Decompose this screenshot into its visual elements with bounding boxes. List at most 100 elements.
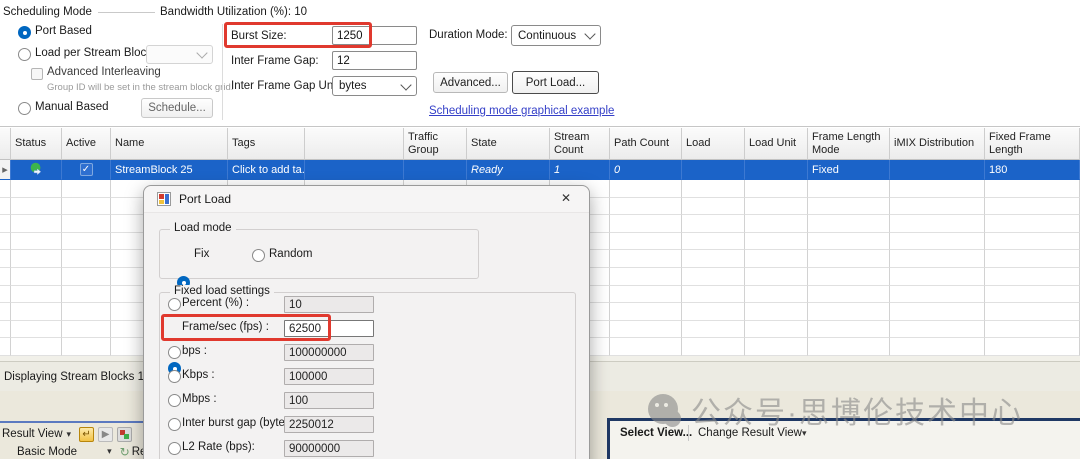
percent-label[interactable]: Percent (%) : [182, 297, 249, 309]
col-header-traffic-group[interactable]: Traffic Group [404, 128, 467, 160]
table-cell[interactable] [808, 286, 890, 304]
table-cell[interactable] [0, 233, 11, 251]
table-cell[interactable] [11, 321, 62, 339]
col-header-path-count[interactable]: Path Count [610, 128, 682, 160]
col-header-state[interactable]: State [467, 128, 550, 160]
load-per-stream-block-select[interactable] [146, 45, 213, 64]
table-cell[interactable] [745, 303, 808, 321]
table-cell[interactable] [890, 286, 985, 304]
table-cell[interactable] [610, 233, 682, 251]
table-cell[interactable] [0, 215, 11, 233]
change-view-icon[interactable] [117, 427, 132, 442]
table-cell[interactable] [890, 233, 985, 251]
table-cell[interactable] [890, 338, 985, 356]
imix-distribution-cell[interactable] [890, 160, 985, 180]
table-cell[interactable] [11, 286, 62, 304]
table-cell[interactable] [985, 215, 1080, 233]
table-cell[interactable] [62, 215, 111, 233]
mbps-input[interactable] [284, 392, 374, 409]
mbps-label[interactable]: Mbps : [182, 393, 217, 405]
col-header-imix-distribution[interactable]: iMIX Distribution [890, 128, 985, 160]
table-cell[interactable] [808, 338, 890, 356]
table-cell[interactable] [62, 338, 111, 356]
blank-cell[interactable] [305, 160, 404, 180]
name-cell[interactable]: StreamBlock 25 [111, 160, 228, 180]
table-cell[interactable] [985, 303, 1080, 321]
close-icon[interactable]: ✕ [557, 191, 575, 207]
inter-frame-gap-unit-select[interactable]: bytes [332, 76, 417, 96]
table-cell[interactable] [808, 215, 890, 233]
table-cell[interactable] [682, 233, 745, 251]
load-per-stream-block-label[interactable]: Load per Stream Block [35, 47, 152, 59]
table-cell[interactable] [890, 250, 985, 268]
bps-label[interactable]: bps : [182, 345, 207, 357]
table-cell[interactable] [808, 321, 890, 339]
table-cell[interactable] [0, 303, 11, 321]
table-cell[interactable] [610, 215, 682, 233]
kbps-input[interactable] [284, 368, 374, 385]
col-header-status[interactable]: Status [11, 128, 62, 160]
table-cell[interactable] [62, 180, 111, 198]
table-cell[interactable] [890, 303, 985, 321]
col-header-active[interactable]: Active [62, 128, 111, 160]
table-cell[interactable] [682, 180, 745, 198]
col-header-tags[interactable]: Tags [228, 128, 305, 160]
table-cell[interactable] [890, 268, 985, 286]
table-cell[interactable] [62, 233, 111, 251]
export-results-icon[interactable]: ↵ [79, 427, 94, 442]
chevron-down-icon[interactable]: ▾ [107, 446, 112, 457]
table-cell[interactable] [745, 233, 808, 251]
table-cell[interactable] [62, 198, 111, 216]
col-header-fixed-frame-length[interactable]: Fixed Frame Length [985, 128, 1080, 160]
table-cell[interactable] [890, 198, 985, 216]
table-cell[interactable] [890, 180, 985, 198]
col-header-load[interactable]: Load [682, 128, 745, 160]
row-selector-cell[interactable]: ▸ [0, 160, 11, 180]
table-cell[interactable] [682, 286, 745, 304]
table-cell[interactable] [11, 303, 62, 321]
table-cell[interactable] [808, 303, 890, 321]
advanced-button[interactable]: Advanced... [433, 72, 508, 93]
table-cell[interactable] [745, 198, 808, 216]
table-cell[interactable] [985, 321, 1080, 339]
bps-radio[interactable] [168, 346, 181, 359]
table-cell[interactable] [682, 303, 745, 321]
dialog-title-bar[interactable]: Port Load ✕ [144, 186, 589, 213]
table-cell[interactable] [985, 338, 1080, 356]
table-cell[interactable] [610, 180, 682, 198]
table-cell[interactable] [745, 321, 808, 339]
tags-cell[interactable]: Click to add ta... [228, 160, 305, 180]
load-unit-cell[interactable] [745, 160, 808, 180]
table-cell[interactable] [0, 180, 11, 198]
manual-based-radio[interactable] [18, 102, 31, 115]
table-cell[interactable] [62, 321, 111, 339]
random-label[interactable]: Random [269, 248, 312, 260]
table-cell[interactable] [62, 250, 111, 268]
table-cell[interactable] [682, 268, 745, 286]
table-cell[interactable] [985, 233, 1080, 251]
percent-input[interactable] [284, 296, 374, 313]
table-cell[interactable] [11, 250, 62, 268]
table-cell[interactable] [985, 286, 1080, 304]
table-cell[interactable] [890, 321, 985, 339]
table-cell[interactable] [11, 180, 62, 198]
table-cell[interactable] [745, 268, 808, 286]
random-radio[interactable] [252, 249, 265, 262]
table-cell[interactable] [985, 180, 1080, 198]
manual-based-label[interactable]: Manual Based [35, 101, 109, 113]
table-cell[interactable] [11, 198, 62, 216]
table-cell[interactable] [610, 250, 682, 268]
table-cell[interactable] [0, 250, 11, 268]
port-based-radio[interactable] [18, 26, 31, 39]
table-cell[interactable] [62, 303, 111, 321]
l2-rate-radio[interactable] [168, 442, 181, 455]
kbps-label[interactable]: Kbps : [182, 369, 215, 381]
chart-results-icon[interactable]: ▶ [98, 427, 113, 442]
l2-rate-input[interactable] [284, 440, 374, 457]
inter-burst-gap-input[interactable] [284, 416, 374, 433]
table-cell[interactable] [808, 180, 890, 198]
load-per-stream-block-radio[interactable] [18, 48, 31, 61]
basic-mode-select[interactable]: Basic Mode [17, 446, 77, 458]
table-cell[interactable] [890, 215, 985, 233]
table-cell[interactable] [11, 268, 62, 286]
